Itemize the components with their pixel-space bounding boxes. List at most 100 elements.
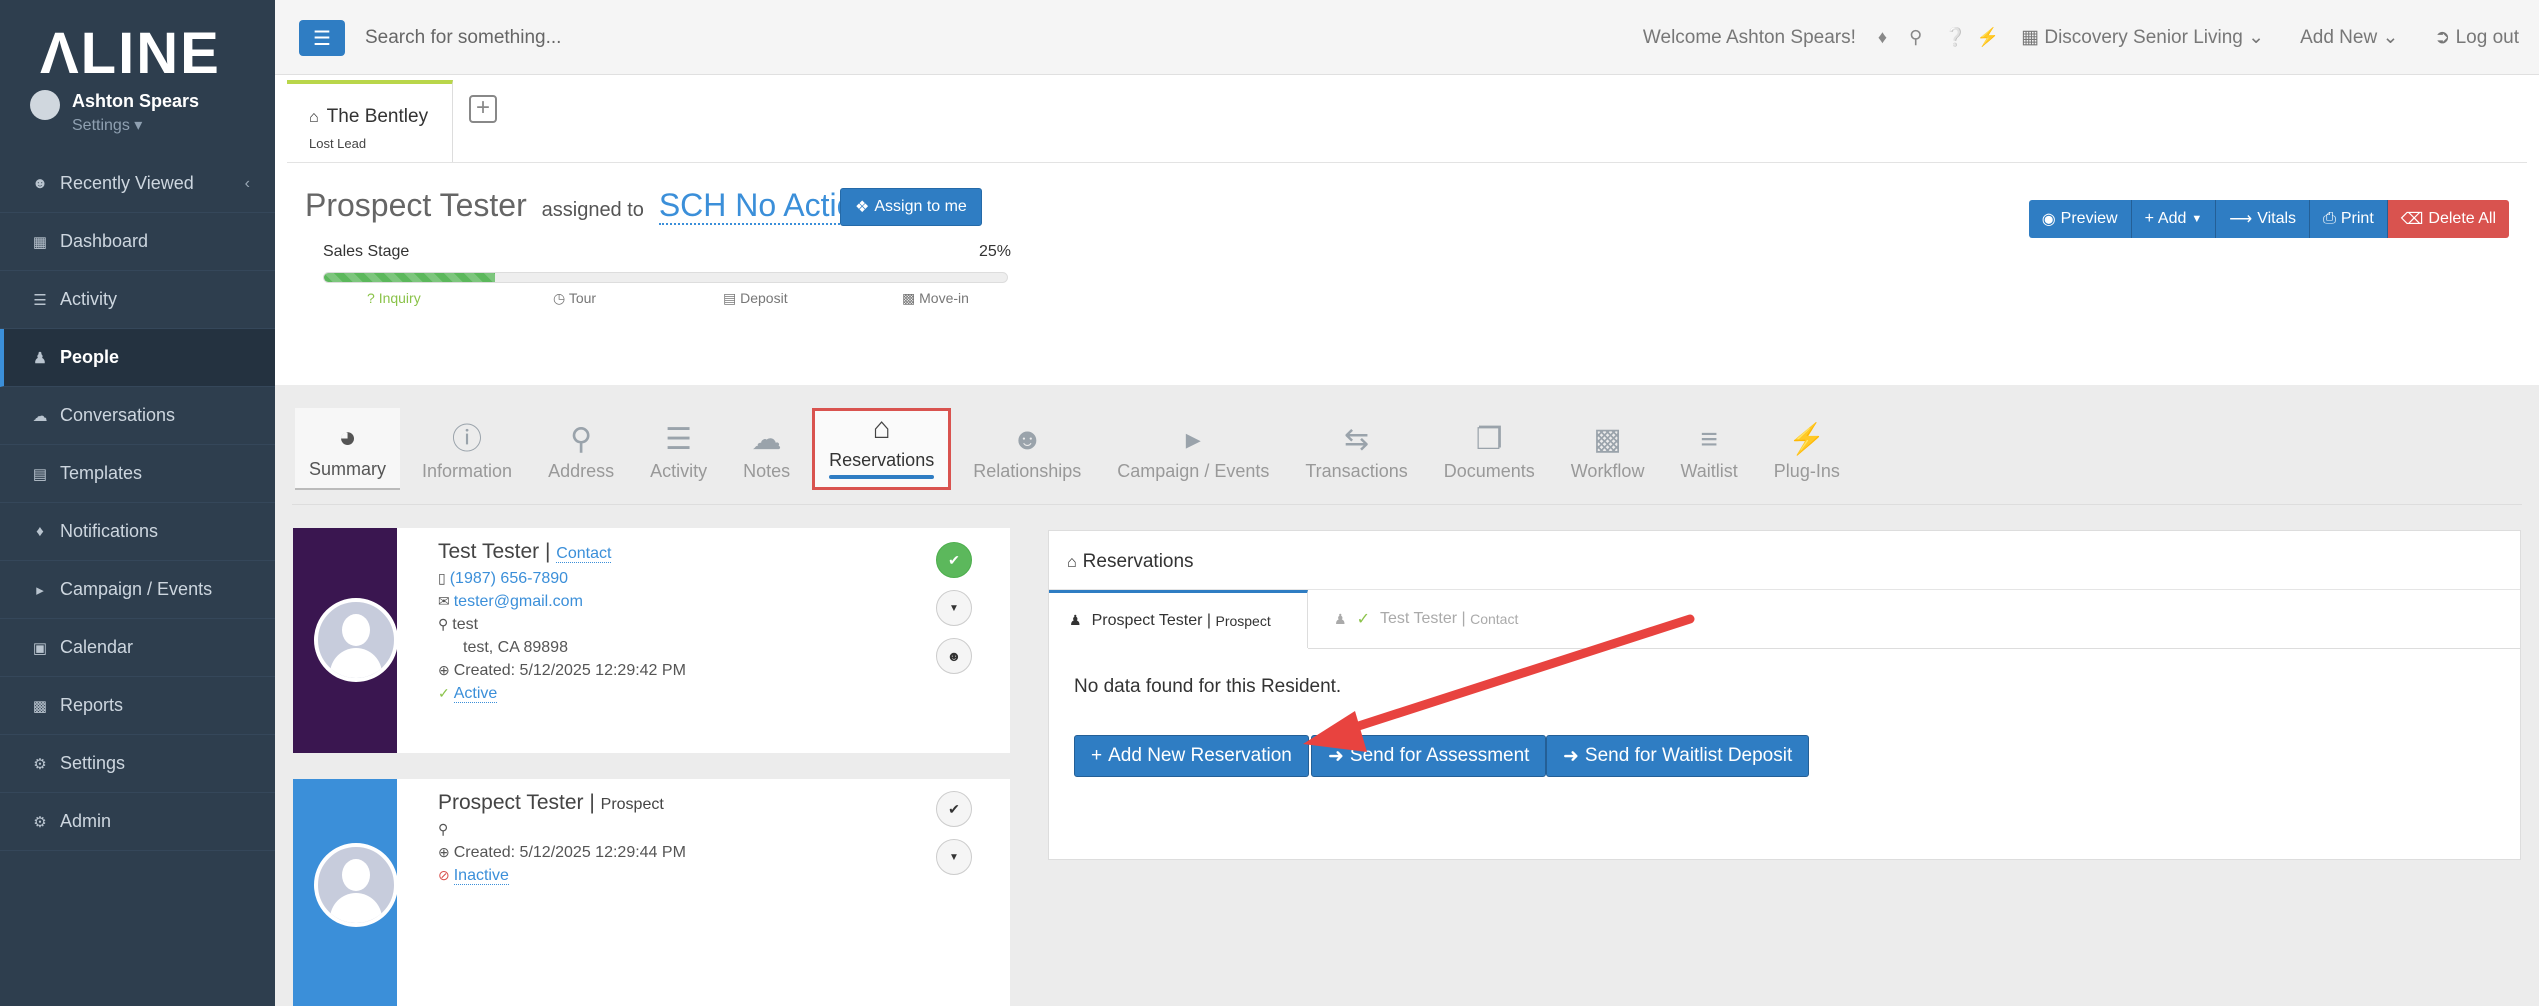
sidebar-item-templates[interactable]: ▤ Templates — [0, 445, 275, 503]
search-icon[interactable]: ⚲ — [1909, 27, 1922, 48]
tab-documents[interactable]: ❐ Documents — [1430, 408, 1549, 490]
tab-information[interactable]: ⓘ Information — [408, 408, 526, 490]
tab-name: Prospect Tester — [1091, 611, 1203, 629]
card-menu-button[interactable]: ▼ — [936, 839, 972, 875]
tab-summary[interactable]: ◕ Summary — [295, 408, 401, 490]
phone-link[interactable]: (1987) 656-7890 — [450, 570, 568, 587]
sidebar-item-conversations[interactable]: ☁ Conversations — [0, 387, 275, 445]
tab-workflow[interactable]: ▩ Workflow — [1557, 408, 1659, 490]
community-label: Discovery Senior Living — [2044, 27, 2243, 48]
sidebar-item-notifications[interactable]: ♦ Notifications — [0, 503, 275, 561]
tab-address[interactable]: ⚲ Address — [534, 408, 628, 490]
search-input[interactable] — [365, 20, 965, 56]
calendar-icon: ▣ — [32, 639, 48, 657]
tab-transactions[interactable]: ⇆ Transactions — [1291, 408, 1421, 490]
add-tab-button[interactable]: + — [469, 95, 497, 123]
record-tab-subtitle: Lost Lead — [309, 136, 367, 151]
tab-reservations[interactable]: ⌂ Reservations — [812, 408, 952, 490]
send-for-assessment-button[interactable]: ➜ Send for Assessment — [1311, 735, 1547, 777]
sidebar-item-campaign-events[interactable]: ▸ Campaign / Events — [0, 561, 275, 619]
sales-stage-percent: 25% — [979, 243, 1012, 260]
sidebar-item-label: Recently Viewed — [60, 173, 194, 193]
print-button[interactable]: ⎙ Print — [2310, 200, 2388, 238]
tab-campaign-events[interactable]: ▸ Campaign / Events — [1103, 408, 1283, 490]
sidebar-item-reports[interactable]: ▩ Reports — [0, 677, 275, 735]
sidebar-item-dashboard[interactable]: ▦ Dashboard — [0, 213, 275, 271]
primary-check-button[interactable]: ✔ — [936, 542, 972, 578]
plus-icon: + — [1091, 745, 1103, 766]
vitals-button[interactable]: ⟶ Vitals — [2216, 200, 2311, 238]
stage-label: Move-in — [919, 290, 969, 306]
bolt-icon[interactable]: ⚡ — [1977, 27, 1999, 48]
progress-fill — [324, 273, 495, 282]
bell-icon[interactable]: ♦ — [1878, 27, 1887, 48]
divider — [287, 162, 2527, 163]
check-icon: ✓ — [438, 685, 450, 701]
tab-label: Activity — [650, 461, 708, 481]
contact-created: ⊕ Created: 5/12/2025 12:29:42 PM — [438, 662, 686, 680]
menu-toggle-button[interactable]: ☰ — [299, 20, 345, 56]
tab-label: Waitlist — [1680, 461, 1738, 481]
diamond-icon: ❖ — [855, 199, 870, 216]
community-dropdown[interactable]: ▦ Discovery Senior Living ⌄ — [2021, 26, 2264, 49]
active-tab-underline — [829, 475, 935, 479]
sidebar-item-label: Calendar — [60, 637, 134, 657]
person-icon: ♟ — [33, 349, 47, 367]
primary-check-button[interactable]: ✔ — [936, 791, 972, 827]
add-new-dropdown[interactable]: Add New ⌄ — [2300, 26, 2398, 49]
assign-to-me-button[interactable]: ❖ Assign to me — [840, 188, 982, 226]
logout-link[interactable]: ➲ Log out — [2434, 26, 2519, 49]
user-settings-link[interactable]: Settings ▾ — [72, 115, 142, 135]
tab-label: Transactions — [1305, 461, 1408, 481]
tab-relationships[interactable]: ☻ Relationships — [959, 408, 1095, 490]
home-icon: ⌂ — [872, 412, 891, 445]
tab-label: Documents — [1443, 461, 1535, 481]
sidebar-item-settings[interactable]: ⚙ Settings — [0, 735, 275, 793]
exchange-icon: ⇆ — [1343, 423, 1370, 456]
add-dropdown-button[interactable]: + Add ▼ — [2131, 200, 2217, 238]
caret-down-icon: ▼ — [949, 602, 959, 614]
tab-waitlist[interactable]: ≡ Waitlist — [1666, 408, 1751, 490]
ban-icon: ⊘ — [438, 867, 450, 883]
tab-test-tester[interactable]: ♟ ✓ Test Tester | Contact — [1314, 590, 1538, 648]
email-link[interactable]: tester@gmail.com — [454, 593, 583, 610]
tab-notes[interactable]: ☁ Notes — [729, 408, 804, 490]
aline-logo[interactable]: ΛLINE — [40, 20, 221, 87]
contact-type-link[interactable]: Contact — [556, 545, 612, 563]
delete-all-button[interactable]: ⌫ Delete All — [2387, 200, 2509, 238]
sales-stage-progress — [323, 272, 1008, 283]
delete-all-label: Delete All — [2428, 210, 2496, 227]
contact-name: Test Tester — [438, 540, 540, 563]
person-icon: ♟ — [1069, 612, 1082, 628]
tab-plug-ins[interactable]: ⚡ Plug-Ins — [1760, 408, 1854, 490]
tab-prospect-tester[interactable]: ♟ Prospect Tester | Prospect — [1049, 590, 1308, 648]
card-menu-button[interactable]: ▼ — [936, 590, 972, 626]
help-icon[interactable]: ❔ — [1944, 27, 1966, 48]
sidebar-item-admin[interactable]: ⚙ Admin — [0, 793, 275, 851]
sidebar-item-activity[interactable]: ☰ Activity — [0, 271, 275, 329]
tab-activity[interactable]: ☰ Activity — [636, 408, 721, 490]
status-badge[interactable]: Inactive — [453, 867, 509, 885]
users-icon: ☻ — [1011, 423, 1044, 456]
status-badge[interactable]: Active — [453, 685, 498, 703]
sidebar-item-people[interactable]: ♟ People — [0, 329, 275, 387]
sales-stage-label: Sales Stage — [323, 243, 410, 260]
comments-icon: ☁ — [751, 423, 782, 456]
relationships-button[interactable]: ☻ — [936, 638, 972, 674]
preview-button[interactable]: ◉ Preview — [2028, 200, 2132, 238]
created-text: Created: 5/12/2025 12:29:42 PM — [453, 662, 686, 679]
record-tab[interactable]: ⌂ The Bentley Lost Lead — [287, 80, 453, 162]
address-line-1: test — [452, 616, 479, 633]
sidebar-item-recently-viewed[interactable]: ☻ Recently Viewed ‹ — [0, 155, 275, 213]
add-new-reservation-button[interactable]: + Add New Reservation — [1074, 735, 1309, 777]
contact-address: ⚲ test — [438, 616, 478, 634]
avatar[interactable] — [30, 90, 60, 120]
panel-title-text: Reservations — [1082, 551, 1194, 572]
check-icon: ✔ — [948, 800, 960, 817]
send-for-waitlist-deposit-button[interactable]: ➜ Send for Waitlist Deposit — [1546, 735, 1810, 777]
contact-address-2: test, CA 89898 — [463, 639, 568, 656]
sidebar-item-calendar[interactable]: ▣ Calendar — [0, 619, 275, 677]
top-bar: ☰ Welcome Ashton Spears! ♦ ⚲ ❔ ⚡ ▦ Disco… — [275, 0, 2539, 75]
question-icon: ? — [367, 290, 375, 306]
ordered-list-icon: ≡ — [1700, 423, 1718, 456]
